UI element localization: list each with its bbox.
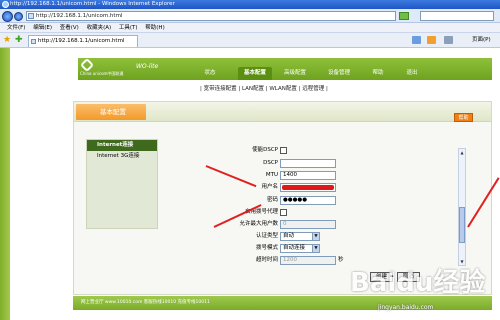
ie-icon bbox=[2, 1, 9, 8]
menu-internet-3g[interactable]: Internet 3G连接 bbox=[87, 151, 157, 162]
unicom-knot-icon bbox=[79, 57, 95, 73]
row-dscp: DSCP bbox=[204, 158, 456, 169]
address-input[interactable]: http://192.168.1.1/unicom.html bbox=[26, 11, 396, 21]
address-bar: http://192.168.1.1/unicom.html bbox=[0, 9, 500, 23]
scroll-up-icon[interactable]: ▲ bbox=[459, 149, 465, 156]
menu-edit[interactable]: 编辑(E) bbox=[30, 23, 55, 33]
dial-mode-select[interactable]: 自动连接 ▼ bbox=[280, 244, 320, 253]
baidu-watermark: Baidu经验 bbox=[350, 268, 486, 298]
max-users-field[interactable]: 0 bbox=[280, 220, 336, 229]
row-dscp-enable: 使能DSCP bbox=[204, 145, 456, 156]
dscp-enable-checkbox[interactable] bbox=[280, 147, 287, 154]
tab-unicom[interactable]: http://192.168.1.1/unicom.html bbox=[28, 35, 138, 47]
tab-help[interactable]: 帮助 bbox=[366, 67, 390, 80]
row-max-users: 允许最大用户数 0 bbox=[204, 219, 456, 230]
window-title: http://192.168.1.1/unicom.html - Windows… bbox=[10, 1, 175, 7]
router-banner: China unicom中国联通 WO-lite 状态 基本配置 高级配置 设备… bbox=[78, 57, 492, 80]
scrollbar-thumb[interactable] bbox=[459, 207, 465, 243]
help-button[interactable]: 帮助 bbox=[454, 113, 473, 122]
menu-tools[interactable]: 工具(T) bbox=[116, 23, 141, 33]
unicom-logo: China unicom中国联通 bbox=[79, 57, 123, 78]
page-icon bbox=[28, 13, 34, 19]
tab-status[interactable]: 状态 bbox=[196, 67, 224, 80]
redaction-mark bbox=[282, 185, 334, 190]
favorites-bar: ★ ✚ http://192.168.1.1/unicom.html 页面(P) bbox=[0, 33, 500, 48]
menu-help[interactable]: 帮助(H) bbox=[142, 23, 167, 33]
left-green-strip bbox=[0, 48, 10, 320]
password-field[interactable]: ●●●●● bbox=[280, 196, 336, 205]
tab-basic-config[interactable]: 基本配置 bbox=[238, 67, 272, 80]
proxy-enable-checkbox[interactable] bbox=[280, 209, 287, 216]
menu-file[interactable]: 文件(F) bbox=[4, 23, 28, 33]
page-menu[interactable]: 页面(P) bbox=[472, 35, 491, 45]
chevron-down-icon[interactable]: ▼ bbox=[312, 233, 319, 240]
auth-type-select[interactable]: 自动 ▼ bbox=[280, 232, 320, 241]
row-dial-mode: 拨号模式 自动连接 ▼ bbox=[204, 243, 456, 254]
window-title-bar: http://192.168.1.1/unicom.html - Windows… bbox=[0, 0, 500, 9]
go-arrow-icon[interactable] bbox=[399, 12, 409, 20]
feeds-icon[interactable] bbox=[427, 36, 436, 44]
menu-bar: 文件(F) 编辑(E) 查看(V) 收藏夹(A) 工具(T) 帮助(H) bbox=[0, 23, 500, 33]
menu-favorites[interactable]: 收藏夹(A) bbox=[84, 23, 115, 33]
row-username: 用户名 bbox=[204, 182, 456, 193]
row-password: 密码 ●●●●● bbox=[204, 195, 456, 206]
tab-device-management[interactable]: 设备管理 bbox=[322, 67, 356, 80]
row-auth-type: 认证类型 自动 ▼ bbox=[204, 231, 456, 242]
search-input[interactable] bbox=[420, 11, 494, 21]
sub-navigation[interactable]: | 宽带连接配置 | LAN配置 | WLAN配置 | 远程管理 | bbox=[200, 84, 328, 92]
baidu-watermark-url: jingyan.baidu.com bbox=[378, 304, 434, 311]
panel-header: 基本配置 bbox=[74, 102, 491, 122]
vertical-scrollbar[interactable]: ▲ ▼ bbox=[458, 148, 466, 266]
page-icon bbox=[31, 39, 36, 44]
tab-advanced-config[interactable]: 高级配置 bbox=[278, 67, 312, 80]
favorites-star-icon[interactable]: ★ bbox=[3, 35, 11, 45]
print-icon[interactable] bbox=[444, 36, 453, 44]
chevron-down-icon[interactable]: ▼ bbox=[312, 245, 319, 252]
mtu-field[interactable]: 1400 bbox=[280, 171, 336, 180]
back-button[interactable] bbox=[2, 11, 13, 22]
page-title: 基本配置 bbox=[76, 104, 146, 120]
menu-internet-connection[interactable]: Internet连接 bbox=[87, 140, 157, 151]
idle-time-field[interactable]: 1200 bbox=[280, 256, 336, 265]
dscp-field[interactable] bbox=[280, 159, 336, 168]
tab-logout[interactable]: 退出 bbox=[400, 67, 424, 80]
add-favorite-icon[interactable]: ✚ bbox=[15, 35, 23, 45]
menu-view[interactable]: 查看(V) bbox=[57, 23, 82, 33]
forward-button[interactable] bbox=[14, 12, 23, 21]
product-name: WO-lite bbox=[136, 63, 159, 70]
home-icon[interactable] bbox=[412, 36, 421, 44]
left-menu: Internet连接 Internet 3G连接 bbox=[86, 139, 158, 229]
